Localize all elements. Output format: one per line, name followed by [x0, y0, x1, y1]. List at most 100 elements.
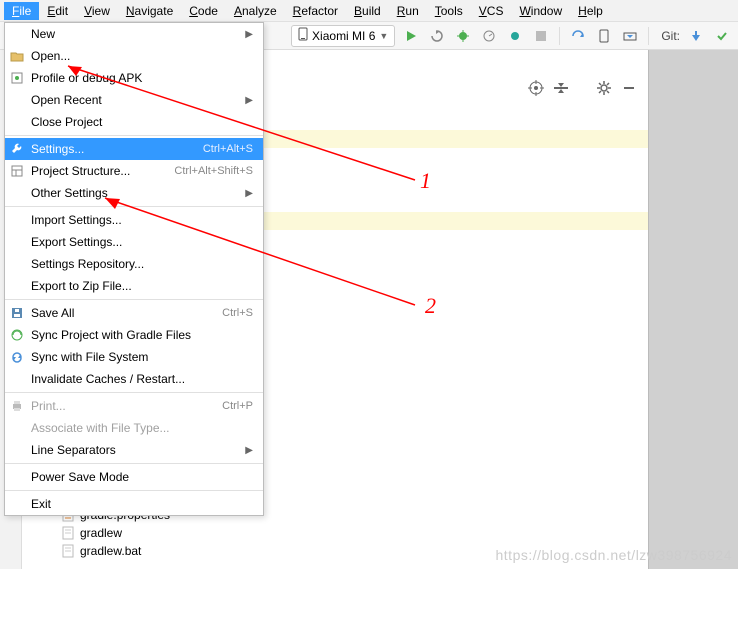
menu-item-label: Invalidate Caches / Restart...	[31, 372, 253, 386]
debug-button[interactable]	[453, 26, 473, 46]
gear-icon[interactable]	[596, 80, 612, 99]
submenu-arrow-icon: ▶	[245, 95, 253, 106]
chevron-down-icon: ▼	[379, 31, 388, 41]
tree-item-label: gradlew	[80, 526, 122, 540]
device-icon	[298, 27, 308, 44]
shortcut-label: Ctrl+Alt+Shift+S	[174, 165, 253, 177]
save-icon	[9, 305, 25, 321]
shortcut-label: Ctrl+Alt+S	[203, 143, 253, 155]
menu-item-label: Import Settings...	[31, 213, 253, 227]
menu-item-associate-with-file-type: Associate with File Type...	[5, 417, 263, 439]
collapse-icon[interactable]	[554, 81, 568, 98]
menu-item-settings[interactable]: Settings... Ctrl+Alt+S	[5, 138, 263, 160]
blank-icon	[9, 92, 25, 108]
menu-item-label: Associate with File Type...	[31, 421, 253, 435]
apply-changes-button[interactable]	[427, 26, 447, 46]
menu-view[interactable]: View	[76, 2, 118, 20]
profile-icon	[9, 70, 25, 86]
menu-item-label: Close Project	[31, 115, 253, 129]
menu-item-open-recent[interactable]: Open Recent ▶	[5, 89, 263, 111]
menu-item-label: Print...	[31, 399, 216, 413]
tree-item[interactable]: gradlew	[50, 524, 170, 542]
sync-gradle-button[interactable]	[568, 26, 588, 46]
tree-item[interactable]: gradlew.bat	[50, 542, 170, 560]
menu-vcs[interactable]: VCS	[471, 2, 512, 20]
menu-item-invalidate-caches-restart[interactable]: Invalidate Caches / Restart...	[5, 368, 263, 390]
menu-analyze[interactable]: Analyze	[226, 2, 285, 20]
menu-item-open[interactable]: Open...	[5, 45, 263, 67]
blank-icon	[9, 371, 25, 387]
menu-item-label: Settings Repository...	[31, 257, 253, 271]
run-button[interactable]	[401, 26, 421, 46]
blank-icon	[9, 420, 25, 436]
menu-item-label: Other Settings	[31, 186, 239, 200]
menu-refactor[interactable]: Refactor	[285, 2, 346, 20]
menu-edit[interactable]: Edit	[39, 2, 76, 20]
file-icon	[62, 544, 76, 558]
menu-item-label: Open Recent	[31, 93, 239, 107]
menu-item-profile-or-debug-apk[interactable]: Profile or debug APK	[5, 67, 263, 89]
sync-icon	[9, 349, 25, 365]
menu-item-label: Power Save Mode	[31, 470, 253, 484]
editor-toolbar	[528, 80, 636, 99]
menu-item-export-to-zip-file[interactable]: Export to Zip File...	[5, 275, 263, 297]
git-commit-button[interactable]	[712, 26, 732, 46]
menu-item-sync-project-with-gradle-files[interactable]: Sync Project with Gradle Files	[5, 324, 263, 346]
tree-item-label: gradlew.bat	[80, 544, 141, 558]
menu-item-label: Open...	[31, 49, 253, 63]
git-label: Git:	[661, 29, 680, 43]
menu-separator	[5, 392, 263, 393]
profiler-button[interactable]	[479, 26, 499, 46]
menu-run[interactable]: Run	[389, 2, 427, 20]
git-update-button[interactable]	[686, 26, 706, 46]
menubar: FileEditViewNavigateCodeAnalyzeRefactorB…	[0, 0, 738, 22]
menu-item-line-separators[interactable]: Line Separators▶	[5, 439, 263, 461]
blank-icon	[9, 278, 25, 294]
structure-icon	[9, 163, 25, 179]
folder-open-icon	[9, 48, 25, 64]
sdk-manager-button[interactable]	[620, 26, 640, 46]
menu-item-import-settings[interactable]: Import Settings...	[5, 209, 263, 231]
menu-item-save-all[interactable]: Save AllCtrl+S	[5, 302, 263, 324]
menu-tools[interactable]: Tools	[427, 2, 471, 20]
device-selector[interactable]: Xiaomi MI 6 ▼	[291, 25, 395, 47]
device-label: Xiaomi MI 6	[312, 29, 375, 43]
menu-item-label: Settings...	[31, 142, 197, 156]
blank-icon	[9, 26, 25, 42]
menu-item-label: Profile or debug APK	[31, 71, 253, 85]
minimize-icon[interactable]	[622, 81, 636, 98]
right-panel	[648, 50, 738, 569]
file-menu-dropdown: New▶ Open... Profile or debug APK Open Rece…	[4, 22, 264, 516]
wrench-icon	[9, 141, 25, 157]
menu-separator	[5, 490, 263, 491]
file-icon	[62, 526, 76, 540]
menu-file[interactable]: File	[4, 2, 39, 20]
stop-button[interactable]	[531, 26, 551, 46]
menu-window[interactable]: Window	[511, 2, 570, 20]
menu-item-label: Export to Zip File...	[31, 279, 253, 293]
menu-item-print: Print...Ctrl+P	[5, 395, 263, 417]
menu-item-label: Export Settings...	[31, 235, 253, 249]
menu-item-exit[interactable]: Exit	[5, 493, 263, 515]
menu-item-label: Sync with File System	[31, 350, 253, 364]
blank-icon	[9, 185, 25, 201]
menu-item-close-project[interactable]: Close Project	[5, 111, 263, 133]
print-icon	[9, 398, 25, 414]
attach-debugger-button[interactable]	[505, 26, 525, 46]
menu-item-project-structure[interactable]: Project Structure...Ctrl+Alt+Shift+S	[5, 160, 263, 182]
menu-navigate[interactable]: Navigate	[118, 2, 181, 20]
menu-help[interactable]: Help	[570, 2, 611, 20]
menu-item-other-settings[interactable]: Other Settings▶	[5, 182, 263, 204]
menu-item-export-settings[interactable]: Export Settings...	[5, 231, 263, 253]
menu-item-power-save-mode[interactable]: Power Save Mode	[5, 466, 263, 488]
avd-manager-button[interactable]	[594, 26, 614, 46]
menu-code[interactable]: Code	[181, 2, 226, 20]
sync-gradle-icon	[9, 327, 25, 343]
target-icon[interactable]	[528, 80, 544, 99]
watermark: https://blog.csdn.net/lzw398756924	[496, 547, 733, 563]
menu-item-new[interactable]: New▶	[5, 23, 263, 45]
menu-item-label: Sync Project with Gradle Files	[31, 328, 253, 342]
menu-build[interactable]: Build	[346, 2, 389, 20]
menu-item-settings-repository[interactable]: Settings Repository...	[5, 253, 263, 275]
menu-item-sync-with-file-system[interactable]: Sync with File System	[5, 346, 263, 368]
